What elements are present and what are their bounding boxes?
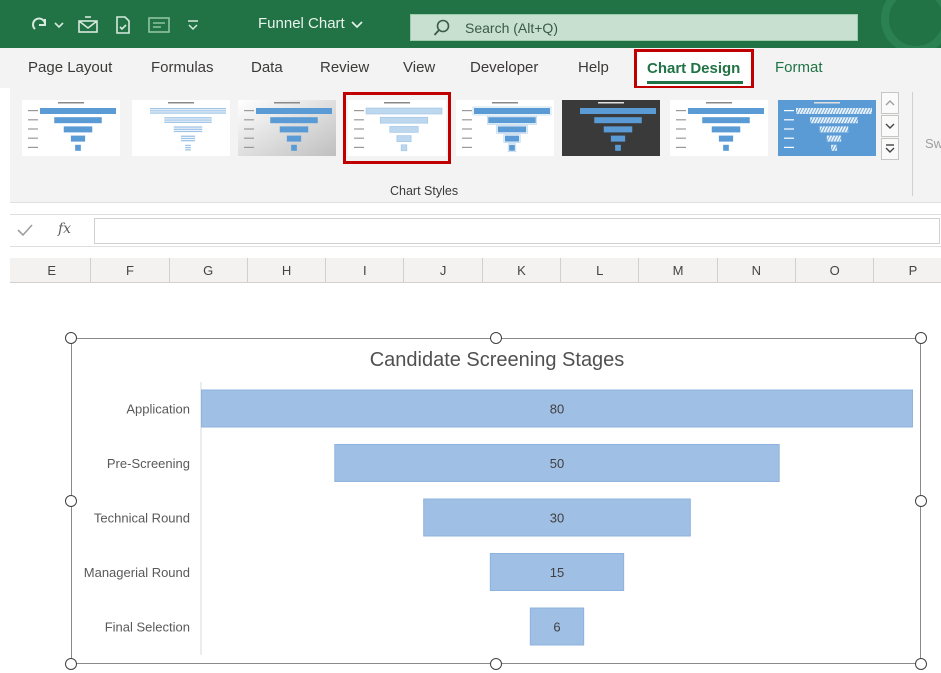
data-label: 80	[550, 402, 564, 417]
tab-review[interactable]: Review	[320, 59, 369, 76]
chevron-up-icon	[885, 100, 895, 106]
data-label: 30	[550, 511, 564, 526]
chart-style-3[interactable]	[238, 100, 336, 156]
resize-handle-right[interactable]	[915, 495, 927, 507]
data-label: 15	[550, 565, 564, 580]
data-label: 6	[553, 620, 560, 635]
column-headers: EFGHIJKLMNOP	[10, 258, 941, 283]
resize-handle-bottom[interactable]	[490, 658, 502, 670]
funnel-chart-plot: 80 Application 50 Pre-Screening 30 Technical …	[84, 382, 913, 655]
search-placeholder: Search (Alt+Q)	[465, 19, 558, 36]
resize-handle-bottom-right[interactable]	[915, 658, 927, 670]
chart-style-6[interactable]	[562, 100, 660, 156]
gallery-scroll	[881, 92, 899, 162]
gallery-more-button[interactable]	[881, 138, 899, 160]
document-check-icon[interactable]	[112, 14, 134, 36]
ribbon-group-divider	[912, 92, 913, 196]
formula-input[interactable]	[94, 218, 940, 244]
document-title[interactable]: Funnel Chart	[258, 15, 363, 32]
column-header-n[interactable]: N	[718, 258, 796, 283]
form-icon[interactable]	[146, 14, 172, 36]
column-header-g[interactable]: G	[170, 258, 248, 283]
category-label: Pre-Screening	[107, 456, 190, 471]
chevron-down-icon	[351, 20, 363, 28]
category-label: Managerial Round	[84, 565, 190, 580]
chevron-down-icon	[885, 123, 895, 129]
tab-formulas[interactable]: Formulas	[151, 59, 214, 76]
tab-view[interactable]: View	[403, 59, 435, 76]
column-header-i[interactable]: I	[326, 258, 405, 283]
resize-handle-top-right[interactable]	[915, 332, 927, 344]
clipped-ribbon-label: Sw	[925, 136, 941, 151]
column-header-o[interactable]: O	[796, 258, 875, 283]
decorative-ring	[881, 0, 941, 54]
data-label: 50	[550, 456, 564, 471]
title-bar: Funnel Chart Search (Alt+Q)	[0, 0, 941, 54]
column-header-l[interactable]: L	[561, 258, 640, 283]
document-title-text: Funnel Chart	[258, 15, 345, 32]
tab-help[interactable]: Help	[578, 59, 609, 76]
chart-style-1[interactable]	[22, 100, 120, 156]
search-icon	[433, 19, 450, 36]
chart-style-2[interactable]	[132, 100, 230, 156]
category-label: Technical Round	[94, 511, 190, 526]
resize-handle-top-left[interactable]	[65, 332, 77, 344]
column-header-k[interactable]: K	[483, 258, 562, 283]
resize-handle-top[interactable]	[490, 332, 502, 344]
active-tab-underline	[647, 81, 743, 84]
tab-developer[interactable]: Developer	[470, 59, 538, 76]
tab-format[interactable]: Format	[775, 59, 823, 76]
column-header-j[interactable]: J	[405, 258, 483, 283]
tab-data[interactable]: Data	[251, 59, 283, 76]
tab-page-layout[interactable]: Page Layout	[28, 59, 112, 76]
ribbon-panel: Chart Styles Sw	[10, 88, 941, 203]
check-icon[interactable]	[16, 221, 34, 239]
chart-styles-label: Chart Styles	[390, 184, 459, 198]
redo-icon[interactable]	[30, 14, 66, 36]
column-header-f[interactable]: F	[91, 258, 170, 283]
chart-area[interactable]: Candidate Screening Stages 80 Application…	[71, 338, 921, 664]
tab-chart-design[interactable]: Chart Design	[634, 49, 754, 89]
insert-function-button[interactable]: fx	[58, 221, 71, 237]
selected-style-frame	[343, 92, 451, 164]
column-header-h[interactable]: H	[248, 258, 327, 283]
chart-style-5[interactable]	[456, 100, 554, 156]
chart-styles-gallery	[10, 88, 910, 168]
category-label: Final Selection	[105, 620, 190, 635]
resize-handle-bottom-left[interactable]	[65, 658, 77, 670]
resize-handle-left[interactable]	[65, 495, 77, 507]
column-header-p[interactable]: P	[874, 258, 941, 283]
email-icon[interactable]	[76, 14, 100, 36]
formula-bar: fx	[10, 214, 941, 247]
gallery-scroll-up-button[interactable]	[881, 92, 899, 114]
ribbon-tabs: Page Layout Formulas Data Review View De…	[0, 48, 941, 89]
gallery-scroll-down-button[interactable]	[881, 115, 899, 137]
gallery-expand-icon	[885, 144, 895, 153]
customize-toolbar-icon[interactable]	[184, 14, 202, 36]
chart-style-8[interactable]	[778, 100, 876, 156]
category-label: Application	[126, 402, 190, 417]
column-header-e[interactable]: E	[13, 258, 92, 283]
column-header-m[interactable]: M	[639, 258, 718, 283]
tab-chart-design-label: Chart Design	[647, 60, 741, 77]
chart-style-7[interactable]	[670, 100, 768, 156]
search-box[interactable]: Search (Alt+Q)	[410, 14, 858, 41]
